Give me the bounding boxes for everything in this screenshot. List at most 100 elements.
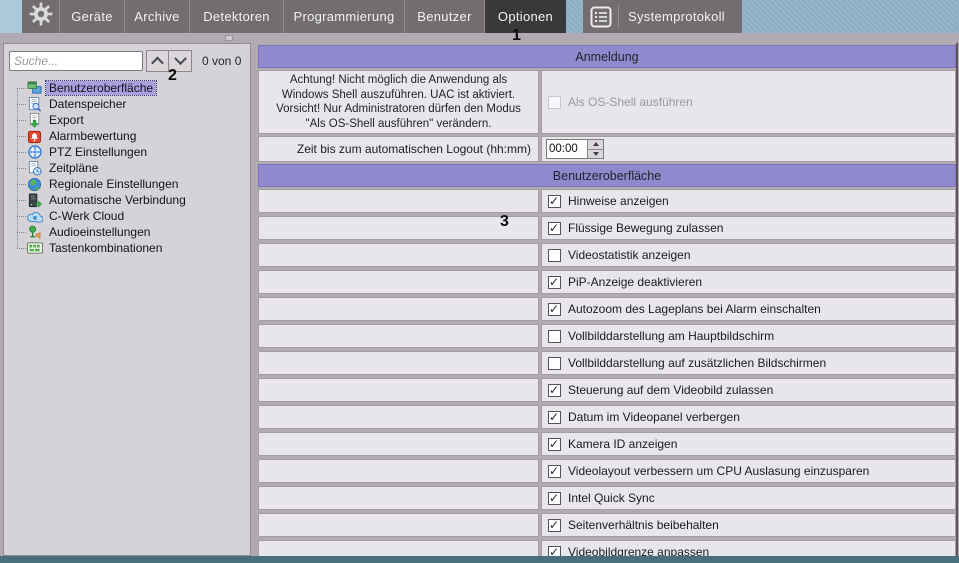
- os-shell-warning-cell: Achtung! Nicht möglich die Anwendung als…: [258, 70, 539, 134]
- checkbox[interactable]: [548, 303, 561, 316]
- logout-timeout-input[interactable]: [547, 140, 587, 158]
- section-header-benutzeroberflaeche: Benutzeroberfläche: [258, 164, 956, 187]
- tab-detektoren[interactable]: Detektoren: [190, 0, 284, 33]
- annotation-step-3: 3: [500, 213, 509, 231]
- tab-optionen[interactable]: Optionen: [485, 0, 566, 33]
- checkbox[interactable]: [548, 384, 561, 397]
- ui-windows-icon: [26, 80, 43, 96]
- sidebar-item-export[interactable]: Export: [14, 112, 250, 128]
- datastore-search-icon: [26, 96, 43, 112]
- settings-tree: Benutzeroberfläche Datenspeicher: [14, 80, 250, 256]
- tab-programmierung[interactable]: Programmierung: [284, 0, 405, 33]
- section-header-anmeldung: Anmeldung: [258, 45, 956, 68]
- logout-label-cell: Zeit bis zum automatischen Logout (hh:mm…: [258, 136, 539, 162]
- sidebar-item-zeitplaene[interactable]: Zeitpläne: [14, 160, 250, 176]
- keyboard-icon: [26, 240, 43, 256]
- sidebar-item-label: Alarmbewertung: [46, 129, 139, 143]
- settings-gear-button[interactable]: [22, 0, 60, 33]
- gear-icon: [29, 2, 53, 31]
- main-tab-strip: Geräte Archive Detektoren Programmierung…: [22, 0, 566, 33]
- setting-row: Videostatistik anzeigen: [258, 243, 956, 267]
- checkbox-label: Intel Quick Sync: [568, 491, 655, 505]
- chevron-down-icon: [174, 52, 187, 65]
- sidebar-item-ptz-einstellungen[interactable]: PTZ Einstellungen: [14, 144, 250, 160]
- checkbox[interactable]: [548, 411, 561, 424]
- sidebar-item-label: Export: [46, 113, 87, 127]
- checkbox-label: Videolayout verbessern um CPU Auslasung …: [568, 464, 869, 478]
- topbar-left-strip: [0, 0, 22, 33]
- checkbox[interactable]: [548, 492, 561, 505]
- log-list-icon: [583, 5, 619, 28]
- tab-systemprotokoll[interactable]: Systemprotokoll: [583, 0, 742, 33]
- ui-settings-rows: Hinweise anzeigen Flüssige Bewegung zula…: [258, 187, 956, 563]
- sidebar-item-label: Benutzeroberfläche: [46, 81, 156, 95]
- setting-row: Seitenverhältnis beibehalten: [258, 513, 956, 537]
- checkbox[interactable]: [548, 276, 561, 289]
- logout-timeout-label: Zeit bis zum automatischen Logout (hh:mm…: [297, 142, 538, 156]
- os-shell-checkbox: [548, 96, 561, 109]
- checkbox[interactable]: [548, 222, 561, 235]
- search-prev-button[interactable]: [146, 50, 169, 72]
- microphone-audio-icon: [26, 224, 43, 240]
- checkbox-label: Hinweise anzeigen: [568, 194, 669, 208]
- sidebar-item-automatische-verbindung[interactable]: Automatische Verbindung: [14, 192, 250, 208]
- window-bottom-edge: [0, 556, 959, 563]
- checkbox[interactable]: [548, 438, 561, 451]
- logout-timeout-spinner: [546, 139, 604, 159]
- settings-sidebar: 0 von 0 Benutzeroberfläche: [3, 43, 251, 556]
- application-window: Geräte Archive Detektoren Programmierung…: [0, 0, 959, 563]
- checkbox[interactable]: [548, 465, 561, 478]
- checkbox[interactable]: [548, 249, 561, 262]
- setting-row: Vollbilddarstellung am Hauptbildschirm: [258, 324, 956, 348]
- os-shell-warning-text: Achtung! Nicht möglich die Anwendung als…: [272, 73, 525, 131]
- sidebar-item-alarmbewertung[interactable]: Alarmbewertung: [14, 128, 250, 144]
- setting-row: Steuerung auf dem Videobild zulassen: [258, 378, 956, 402]
- sidebar-item-label: Datenspeicher: [46, 97, 129, 111]
- tab-benutzer[interactable]: Benutzer: [405, 0, 485, 33]
- setting-row: Kamera ID anzeigen: [258, 432, 956, 456]
- splitter-grip[interactable]: [225, 35, 233, 41]
- export-download-icon: [26, 112, 43, 128]
- checkbox-label: Flüssige Bewegung zulassen: [568, 221, 723, 235]
- sidebar-item-cwerk-cloud[interactable]: C-Werk Cloud: [14, 208, 250, 224]
- panel-right-edge: [956, 43, 958, 556]
- search-result-count: 0 von 0: [202, 54, 241, 68]
- os-shell-setting-cell: Als OS-Shell ausführen: [541, 70, 956, 134]
- checkbox-label: PiP-Anzeige deaktivieren: [568, 275, 702, 289]
- annotation-step-2: 2: [168, 67, 177, 85]
- checkbox-label: Steuerung auf dem Videobild zulassen: [568, 383, 773, 397]
- checkbox-label: Vollbilddarstellung auf zusätzlichen Bil…: [568, 356, 826, 370]
- logout-value-cell: [541, 136, 956, 162]
- globe-icon: [26, 176, 43, 192]
- setting-row: Flüssige Bewegung zulassen: [258, 216, 956, 240]
- search-input[interactable]: [9, 51, 143, 71]
- cloud-icon: [26, 208, 43, 224]
- spin-down-button[interactable]: [588, 149, 603, 159]
- checkbox[interactable]: [548, 330, 561, 343]
- checkbox[interactable]: [548, 519, 561, 532]
- tab-geraete[interactable]: Geräte: [60, 0, 125, 33]
- sidebar-item-label: Automatische Verbindung: [46, 193, 189, 207]
- spin-up-button[interactable]: [588, 140, 603, 149]
- setting-row: Autozoom des Lageplans bei Alarm einscha…: [258, 297, 956, 321]
- sidebar-item-benutzeroberflaeche[interactable]: Benutzeroberfläche: [14, 80, 250, 96]
- sidebar-item-datenspeicher[interactable]: Datenspeicher: [14, 96, 250, 112]
- checkbox[interactable]: [548, 357, 561, 370]
- sidebar-item-audioeinstellungen[interactable]: Audioeinstellungen: [14, 224, 250, 240]
- checkbox[interactable]: [548, 195, 561, 208]
- sidebar-item-regionale-einstellungen[interactable]: Regionale Einstellungen: [14, 176, 250, 192]
- ptz-crosshair-icon: [26, 144, 43, 160]
- schedule-clock-icon: [26, 160, 43, 176]
- tab-archive[interactable]: Archive: [125, 0, 190, 33]
- setting-row: Hinweise anzeigen: [258, 189, 956, 213]
- sidebar-item-tastenkombinationen[interactable]: Tastenkombinationen: [14, 240, 250, 256]
- setting-row: Vollbilddarstellung auf zusätzlichen Bil…: [258, 351, 956, 375]
- setting-row: PiP-Anzeige deaktivieren: [258, 270, 956, 294]
- spin-up-icon: [593, 142, 599, 146]
- os-shell-checkbox-label: Als OS-Shell ausführen: [568, 95, 693, 109]
- search-row: 0 von 0: [9, 50, 246, 72]
- sidebar-item-label: Audioeinstellungen: [46, 225, 153, 239]
- alarm-bell-icon: [26, 128, 43, 144]
- annotation-step-1: 1: [512, 27, 521, 45]
- server-connect-icon: [26, 192, 43, 208]
